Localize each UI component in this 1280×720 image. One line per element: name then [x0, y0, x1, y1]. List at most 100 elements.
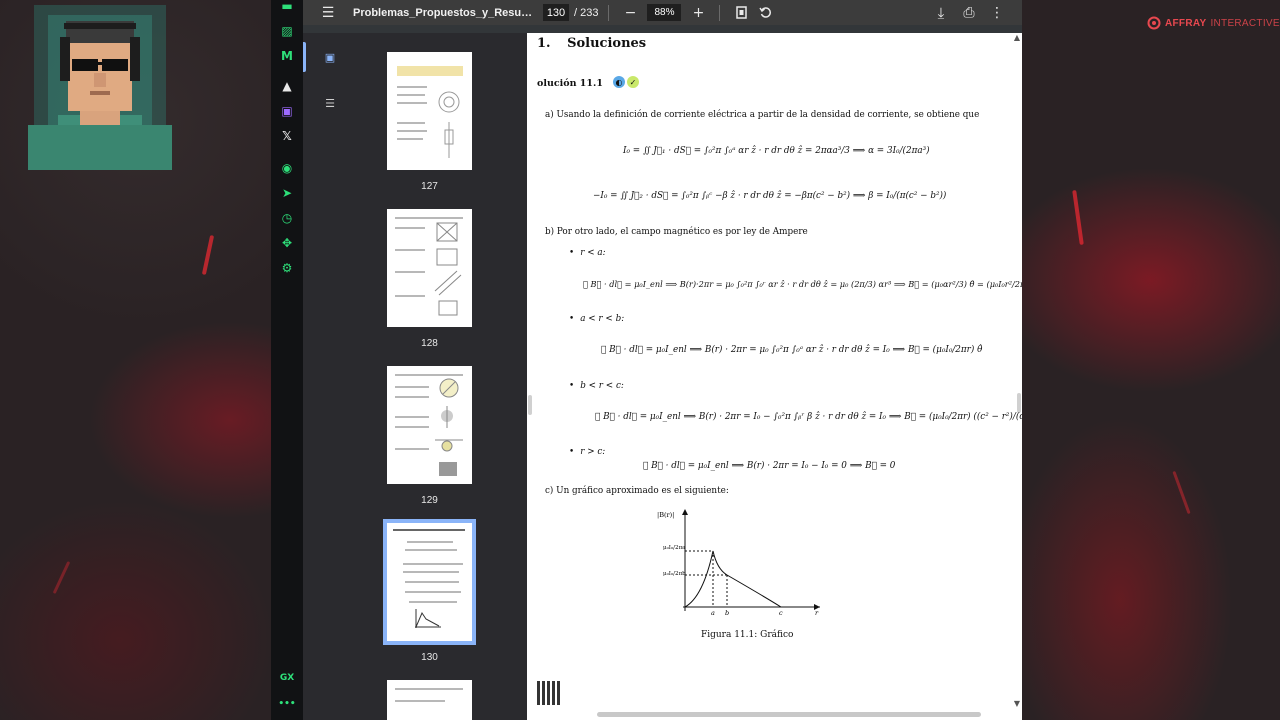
page-thumbnail[interactable] [387, 209, 472, 327]
history-icon[interactable]: ◷ [279, 210, 295, 226]
thumb-line [397, 66, 463, 76]
pdf-page: ▲ 1. Soluciones olución 11.1 ◐ ✓ a) Usan… [527, 33, 1022, 720]
thumbnail-label: 128 [421, 338, 438, 349]
thumb-line [395, 295, 425, 297]
outline-view-icon[interactable]: ☰ [323, 96, 337, 110]
thumb-line [403, 563, 463, 565]
qr-code[interactable] [537, 681, 561, 705]
more-dots-icon[interactable]: ••• [278, 696, 295, 712]
page-thumbnail[interactable] [387, 52, 472, 170]
thumb-figure [415, 609, 441, 628]
aura-icon[interactable]: ▲ [279, 78, 295, 94]
graph-curve [684, 550, 782, 608]
page-number-input[interactable] [543, 4, 569, 21]
scroll-down-icon[interactable]: ▼ [1014, 699, 1020, 708]
graph-tick-label: a [711, 609, 715, 617]
download-icon[interactable]: ⤓ [930, 2, 952, 24]
equation-b3: ∮ B⃗ · dl⃗ = μ₀I_enl ⟹ B(r) · 2πr = I₀ −… [595, 412, 1022, 422]
thumb-line [405, 591, 461, 593]
part-b-text: b) Por otro lado, el campo magnético es … [545, 227, 808, 237]
thumbnail-label: 130 [421, 652, 438, 663]
rotate-glyph [759, 7, 771, 18]
fit-page-glyph [736, 6, 747, 19]
page-thumbnail[interactable] [387, 680, 472, 720]
zoom-out-button[interactable]: − [619, 2, 641, 24]
check-badge-icon: ✓ [627, 76, 639, 88]
thumb-figure [435, 378, 463, 476]
x-icon[interactable]: 𝕏 [279, 128, 295, 144]
player-icon[interactable]: ◉ [279, 160, 295, 176]
page-thumbnail[interactable] [387, 366, 472, 484]
toolbar-divider [608, 4, 610, 21]
equation-b1: ∮ B⃗ · dl⃗ = μ₀I_enl ⟹ B(r)·2πr = μ₀ ∫₀²… [583, 279, 1022, 289]
case-r-less-a: r < a: [569, 248, 605, 258]
thumb-figure [434, 222, 462, 316]
page-total: / 233 [574, 6, 599, 19]
thumb-line [409, 601, 457, 603]
case-a-r-b: a < r < b: [569, 314, 624, 324]
thumbnail-pane: ▣ ☰ 127 128 129 130 [303, 33, 527, 720]
rotate-icon[interactable] [754, 2, 776, 24]
thumb-line [397, 102, 427, 104]
extensions-icon[interactable]: ✥ [279, 235, 295, 251]
zoom-in-button[interactable]: + [687, 2, 709, 24]
green-app-icon[interactable]: ▬ [279, 0, 295, 14]
thumb-line [395, 217, 463, 219]
browser-sidebar: ▬ ▨ M ▲ ▣ 𝕏 ◉ ➤ ◷ ✥ ⚙ GX ••• [271, 0, 303, 720]
thumbnails-view-icon[interactable]: ▣ [323, 50, 337, 64]
brand-logo: AFFRAY INTERACTIVE [1147, 16, 1280, 30]
page-nav-handle-right[interactable] [1017, 393, 1021, 413]
gx-corner-icon[interactable]: GX [279, 670, 295, 686]
messenger-icon[interactable]: M [279, 48, 295, 64]
thumb-line [403, 571, 459, 573]
thumb-line [393, 529, 465, 531]
solution-title: olución 11.1 [537, 78, 603, 89]
thumb-line [397, 130, 427, 132]
graph-y-label: |B(r)| [657, 511, 674, 519]
thumb-line [397, 86, 427, 88]
thumbnail-label: 127 [421, 181, 438, 192]
more-options-icon[interactable]: ⋮ [986, 2, 1008, 24]
settings-icon[interactable]: ⚙ [279, 260, 295, 276]
figure-caption: Figura 11.1: Gráfico [701, 630, 794, 640]
print-icon[interactable]: ⎙ [958, 2, 980, 24]
menu-icon[interactable]: ☰ [317, 2, 339, 24]
bg-streak [201, 235, 215, 275]
thumbnail-label: 129 [421, 495, 438, 506]
thumb-line [395, 249, 425, 251]
brand-name: AFFRAY [1165, 17, 1207, 29]
thumb-line [397, 94, 425, 96]
page-nav-handle-left[interactable] [528, 395, 532, 415]
fit-page-icon[interactable] [730, 2, 752, 24]
pdf-toolbar: ☰ Problemas_Propuestos_y_Resueltos_de_El… [303, 0, 1022, 25]
thumb-figure [438, 91, 460, 158]
graph-tick-label: μ₀I₀/2πa [663, 545, 686, 551]
part-a-text: a) Usando la definición de corriente elé… [545, 110, 980, 120]
thumb-line [395, 448, 429, 450]
toolbar-divider [719, 4, 721, 21]
thumb-line [397, 138, 423, 140]
graph-x-label: r [815, 609, 819, 617]
green-app-icon-2[interactable]: ▨ [279, 23, 295, 39]
section-heading: 1. Soluciones [537, 36, 646, 51]
send-icon[interactable]: ➤ [279, 185, 295, 201]
thumb-line [395, 386, 429, 388]
equation-a2: −I₀ = ∬ J⃗₂ · dS⃗ = ∫₀²π ∫ᵦᶜ −β ẑ · r dr… [593, 191, 947, 201]
scroll-up-icon[interactable]: ▲ [1014, 33, 1020, 42]
field-graph: |B(r)| μ₀I₀/2πa μ₀I₀/2πb a b c r [657, 509, 820, 617]
equation-a1: I₀ = ∬ J⃗₁ · dS⃗ = ∫₀²π ∫₀ᵃ αr ẑ · r dr … [623, 146, 930, 156]
section-title: Soluciones [567, 36, 647, 51]
thumb-line [395, 396, 429, 398]
part-c-text: c) Un gráfico aproximado es el siguiente… [545, 486, 729, 496]
horizontal-scrollbar[interactable] [597, 712, 981, 717]
twitch-icon[interactable]: ▣ [279, 103, 295, 119]
streamer-avatar [28, 5, 172, 170]
bg-streak [52, 561, 71, 594]
page-thumbnail-selected[interactable] [383, 519, 476, 645]
thumb-line [395, 416, 429, 418]
thumb-line [395, 271, 425, 273]
equation-b4: ∮ B⃗ · dl⃗ = μ₀I_enl ⟹ B(r) · 2πr = I₀ −… [643, 461, 896, 471]
bg-streak [1072, 189, 1084, 246]
case-b-r-c: b < r < c: [569, 381, 624, 391]
zoom-level[interactable]: 88% [647, 4, 682, 21]
